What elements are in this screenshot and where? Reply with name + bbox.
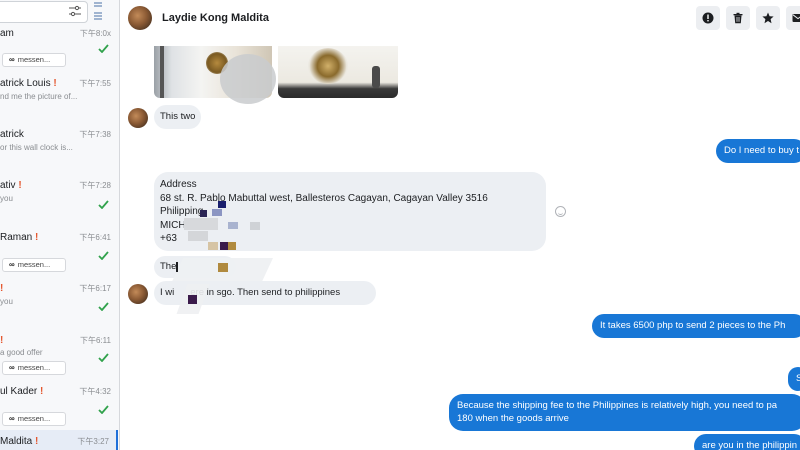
info-button[interactable] (696, 6, 720, 30)
contact-avatar-small (128, 284, 148, 304)
product-image-2[interactable] (278, 46, 398, 98)
conversation-item[interactable]: ativ ! 下午7:28 you (0, 172, 118, 224)
conversation-item[interactable]: atrick 下午7:38 or this wall clock is... (0, 122, 118, 172)
app-window: am 下午8:0x ∞ messen... atrick Louis ! 下午7:… (0, 0, 800, 450)
conversation-item[interactable]: ! 下午6:17 you (0, 276, 118, 328)
outgoing-message[interactable]: Do I need to buy t (716, 139, 800, 163)
address-label: Address (160, 179, 197, 190)
redaction-blur (220, 54, 276, 104)
check-icon (98, 302, 109, 311)
conversation-time: 下午6:17 (79, 284, 111, 293)
conversation-time: 下午7:38 (79, 130, 111, 139)
image-detail (160, 46, 164, 98)
messenger-tag: ∞ messen... (2, 412, 66, 426)
conversation-snippet: you (0, 297, 13, 306)
conversation-item[interactable]: am 下午8:0x ∞ messen... (0, 24, 118, 72)
contact-avatar-small (128, 108, 148, 128)
check-icon (98, 405, 109, 414)
conversation-name: atrick (0, 129, 24, 140)
meta-icon: ∞ (9, 55, 15, 64)
conversation-time: 下午8:0x (79, 29, 111, 38)
conversation-name: ! (0, 335, 4, 346)
conversation-snippet: you (0, 194, 13, 203)
meta-icon: ∞ (9, 363, 15, 372)
conversation-name: ! (0, 283, 4, 294)
conversation-name: Maldita ! (0, 436, 39, 447)
mail-button[interactable] (786, 6, 800, 30)
conversation-snippet: or this wall clock is... (0, 143, 73, 152)
contact-name: Laydie Kong Maldita (162, 12, 269, 24)
messenger-tag: ∞ messen... (2, 258, 66, 272)
conversation-name: atrick Louis ! (0, 78, 57, 89)
conversation-item[interactable]: atrick Louis ! 下午7:55 nd me the picture … (0, 72, 118, 122)
meta-icon: ∞ (9, 260, 15, 269)
address-street: 68 st. R. Pablo Mabuttal west, Ballester… (160, 192, 488, 204)
conversation-item[interactable]: Raman ! 下午6:41 ∞ messen... (0, 224, 118, 276)
wall-clock-graphic (308, 48, 348, 84)
conversation-time: 下午6:41 (79, 233, 111, 242)
mail-icon (792, 14, 800, 22)
chat-header: Laydie Kong Maldita (120, 0, 800, 38)
check-icon (98, 200, 109, 209)
check-icon (98, 44, 109, 53)
check-icon (98, 353, 109, 362)
conversation-time: 下午6:11 (80, 336, 111, 345)
conversation-snippet: a good offer (0, 348, 43, 357)
chat-thread: This two Do I need to buy t Address 68 s… (120, 38, 800, 450)
react-smiley-icon[interactable] (555, 206, 566, 217)
messenger-tag: ∞ messen... (2, 361, 66, 375)
messenger-tag: ∞ messen... (2, 53, 66, 67)
conversation-time: 下午7:28 (79, 181, 111, 190)
conversation-item-active[interactable]: Maldita ! 下午3:27 (0, 430, 118, 450)
incoming-message[interactable]: This two (154, 105, 202, 129)
conversation-time: 下午3:27 (77, 437, 109, 446)
contact-avatar[interactable] (128, 6, 152, 30)
conversation-name: ul Kader ! (0, 386, 44, 397)
conversation-name: Raman ! (0, 232, 39, 243)
conversation-time: 下午4:32 (79, 387, 111, 396)
meta-icon: ∞ (9, 414, 15, 423)
outgoing-message[interactable]: S (788, 367, 800, 391)
conversation-snippet: nd me the picture of... (0, 92, 78, 101)
outgoing-message[interactable]: are you in the philippin (694, 434, 800, 450)
filter-icon[interactable] (68, 5, 82, 17)
info-icon (702, 12, 714, 24)
delete-button[interactable] (726, 6, 750, 30)
conversation-sidebar: am 下午8:0x ∞ messen... atrick Louis ! 下午7:… (0, 0, 120, 450)
conversation-item[interactable]: ul Kader ! 下午4:32 ∞ messen... (0, 380, 118, 430)
conversation-item[interactable]: ! 下午6:11 a good offer ∞ messen... (0, 328, 118, 380)
star-icon (762, 12, 774, 24)
trash-icon (733, 12, 743, 24)
list-menu-icon[interactable] (93, 0, 105, 22)
vase-graphic (372, 66, 380, 88)
check-icon (98, 251, 109, 260)
outgoing-message[interactable]: It takes 6500 php to send 2 pieces to th… (592, 314, 800, 338)
outgoing-message[interactable]: Because the shipping fee to the Philippi… (449, 394, 800, 431)
star-button[interactable] (756, 6, 780, 30)
conversation-name: ativ ! (0, 180, 22, 191)
conversation-name: am (0, 28, 14, 39)
conversation-time: 下午7:55 (79, 79, 111, 88)
